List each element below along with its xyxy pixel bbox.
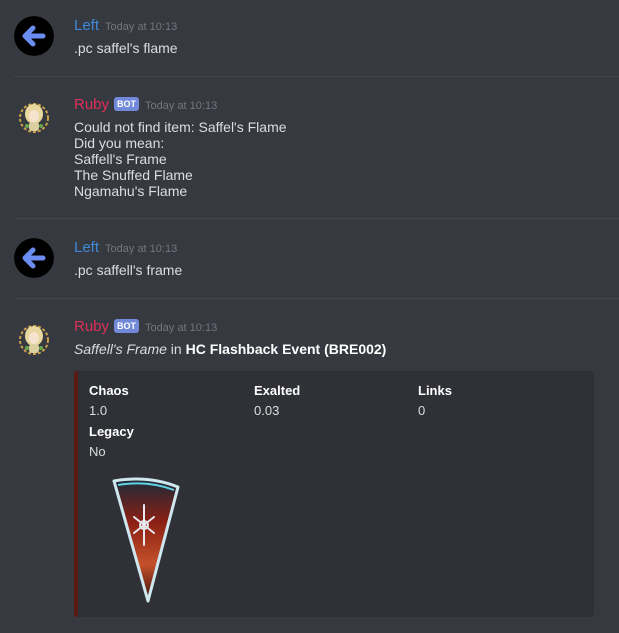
field-name: Links [418,383,452,398]
message-line: Could not find item: Saffel's Flame [74,119,287,135]
embed-field-exalted: Exalted 0.03 [254,381,300,421]
message-divider [14,76,619,77]
message-divider [14,298,619,299]
timestamp: Today at 10:13 [145,100,218,112]
field-value: 0.03 [254,403,280,418]
shield-item-icon [112,477,180,603]
league-name: HC Flashback Event (BRE002) [185,341,387,357]
avatar-ruby[interactable] [14,96,54,136]
timestamp: Today at 10:13 [105,243,178,255]
username[interactable]: Ruby [74,318,109,335]
timestamp: Today at 10:13 [105,21,178,33]
price-embed: Chaos 1.0 Exalted 0.03 Links 0 Legacy No [74,371,594,617]
field-name: Legacy [89,424,134,439]
field-name: Exalted [254,383,301,398]
timestamp: Today at 10:13 [145,322,218,334]
anime-girl-avatar-icon [14,318,54,358]
anime-girl-avatar-icon [14,96,54,136]
avatar-left[interactable] [14,16,54,56]
field-value: 0 [418,403,426,418]
username[interactable]: Left [74,239,99,256]
message-line: Did you mean: [74,135,165,151]
username[interactable]: Ruby [74,96,109,113]
arrow-left-icon [14,238,54,278]
arrow-left-icon [14,16,54,56]
message-text: .pc saffel's flame [74,40,178,56]
message-text: .pc saffell's frame [74,262,183,278]
field-value: No [89,444,106,459]
avatar-ruby[interactable] [14,318,54,358]
message-line: Ngamahu's Flame [74,183,188,199]
bot-badge: BOT [114,97,140,111]
username[interactable]: Left [74,17,99,34]
message-line: Saffell's Frame [74,151,167,167]
embed-field-legacy: Legacy No [89,422,134,462]
field-value: 1.0 [89,403,108,418]
message-divider [14,218,619,219]
message-line: The Snuffed Flame [74,167,193,183]
bot-badge: BOT [114,319,140,333]
field-name: Chaos [89,383,129,398]
embed-field-chaos: Chaos 1.0 [89,381,129,421]
result-connector: in [166,341,186,357]
embed-field-links: Links 0 [418,381,452,421]
item-thumbnail[interactable] [108,475,186,607]
avatar-left[interactable] [14,238,54,278]
item-name: Saffell's Frame [74,341,167,357]
